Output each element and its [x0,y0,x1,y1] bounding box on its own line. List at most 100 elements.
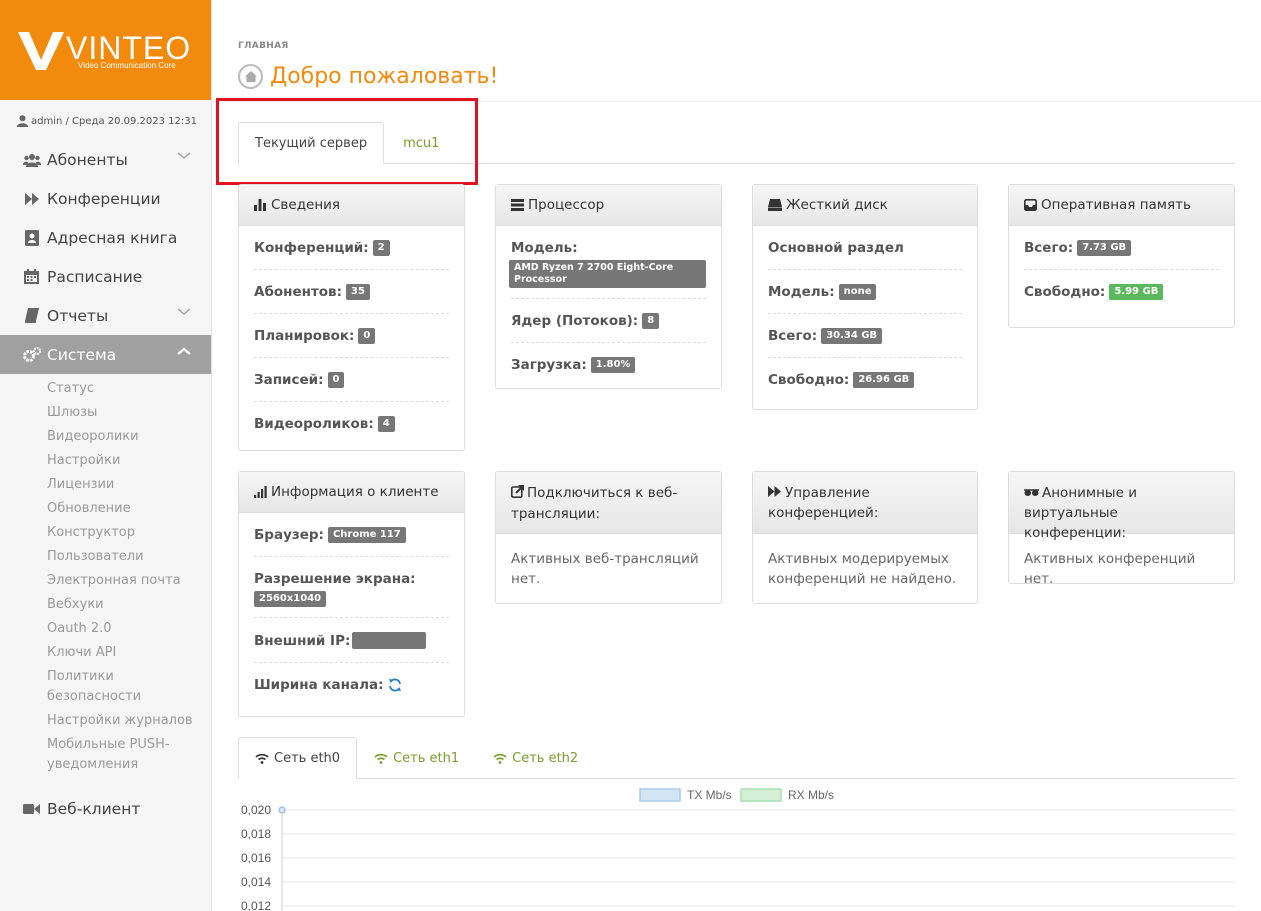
panel-cpu: Процессор Модель: AMD Ryzen 7 2700 Eight… [495,184,722,389]
wifi-icon [374,753,388,764]
sidebar-item-label: Система [47,345,117,364]
client-row-ip: Внешний IP: [254,618,449,663]
count-badge: 2 [372,240,390,256]
panel-manage-conference: Управление конференцией: Активных модери… [752,471,978,604]
panel-title: Жесткий диск [786,197,888,213]
page-title: Добро пожаловать! [270,64,499,89]
inbox-icon [1024,199,1037,211]
subnav-licenses[interactable]: Лицензии [0,475,211,495]
panel-web-broadcast: Подключиться к веб-трансляции: Активных … [495,471,722,604]
fast-forward-icon [768,483,781,503]
server-icon [511,199,524,211]
client-row-bandwidth: Ширина канала: [254,663,449,706]
brand-tagline: Video Communication Core [78,61,176,70]
tab-eth2[interactable]: Сеть eth2 [476,737,595,779]
home-icon [238,64,263,89]
panel-header: Оперативная память [1009,185,1234,226]
browser-badge: Chrome 117 [327,527,406,543]
sidebar-item-label: Абоненты [47,150,128,169]
panel-title: Подключиться к веб-трансляции: [511,484,678,522]
subnav-videos[interactable]: Видеоролики [0,427,211,447]
subnav-settings[interactable]: Настройки [0,451,211,471]
disk-free-badge: 26.96 GB [853,372,915,388]
count-badge: 4 [377,416,395,432]
chevron-up-icon [177,347,191,355]
sidebar: VINTEO Video Communication Core admin / … [0,0,212,911]
subnav-status[interactable]: Статус [0,379,211,399]
legend-label: RX Mb/s [788,788,834,802]
subnav-webhooks[interactable]: Вебхуки [0,595,211,615]
subnav-security-policies[interactable]: Политики безопасности [0,667,211,707]
subnav-users[interactable]: Пользователи [0,547,211,567]
hard-drive-icon [768,199,782,211]
sidebar-item-address-book[interactable]: Адресная книга [0,218,211,257]
sidebar-item-reports[interactable]: Отчеты [0,296,211,335]
tx-data-point [278,806,286,814]
panel-header: Управление конференцией: [753,472,977,534]
client-row-resolution: Разрешение экрана: 2560x1040 [254,557,449,618]
info-row-records: Записей: 0 [254,358,449,402]
y-tick-label: 0,018 [241,827,271,841]
cpu-model-badge: AMD Ryzen 7 2700 Eight-Core Processor [509,260,706,288]
sidebar-item-label: Конференции [47,189,161,208]
info-row-layouts: Планировок: 0 [254,314,449,358]
subnav-gateways[interactable]: Шлюзы [0,403,211,423]
cpu-row-model: Модель: AMD Ryzen 7 2700 Eight-Core Proc… [509,226,706,299]
sidebar-item-label: Отчеты [47,306,109,325]
user-icon [16,115,28,127]
sidebar-item-label: Веб-клиент [47,799,141,818]
sidebar-item-system[interactable]: Система [0,335,211,374]
subnav-email[interactable]: Электронная почта [0,571,211,591]
load-badge: 1.80% [590,357,636,373]
subnav-constructor[interactable]: Конструктор [0,523,211,543]
calendar-icon [22,267,41,286]
sidebar-item-label: Расписание [47,267,143,286]
system-submenu: Статус Шлюзы Видеоролики Настройки Лицен… [0,374,211,785]
brand-logo[interactable]: VINTEO Video Communication Core [0,0,211,100]
tab-eth1[interactable]: Сеть eth1 [357,737,476,779]
info-row-subscribers: Абонентов: 35 [254,270,449,314]
disk-row-free: Свободно: 26.96 GB [768,358,962,401]
address-book-icon [22,228,41,247]
panel-title: Управление конференцией: [768,483,879,521]
panel-client: Информация о клиенте Браузер: Chrome 117 … [238,471,465,717]
panel-title: Сведения [271,197,341,213]
disk-row-section: Основной раздел [768,226,962,270]
network-chart: TX Mb/s RX Mb/s 0,020 0,018 0,016 0,014 0,012 [241,788,1235,911]
cogs-icon [22,345,41,364]
ram-row-total: Всего: 7.73 GB [1024,226,1219,270]
info-row-videos: Видеороликов: 4 [254,402,449,445]
page-header: Добро пожаловать! [238,64,498,89]
users-icon [22,150,41,169]
breadcrumb[interactable]: ГЛАВНАЯ [238,41,289,51]
disk-row-model: Модель: none [768,270,962,314]
subnav-update[interactable]: Обновление [0,499,211,519]
subnav-api-keys[interactable]: Ключи API [0,643,211,663]
tab-eth0[interactable]: Сеть eth0 [238,737,358,779]
panel-ram: Оперативная память Всего: 7.73 GB Свободн… [1008,184,1235,328]
panel-title: Процессор [528,197,605,213]
panel-header: Сведения [239,185,464,226]
count-badge: 35 [346,284,370,300]
sidebar-item-label: Адресная книга [47,228,178,247]
book-icon [22,306,41,325]
panel-title: Оперативная память [1041,197,1191,213]
signal-icon [254,486,267,498]
y-tick-label: 0,016 [241,851,271,865]
subnav-log-settings[interactable]: Настройки журналов [0,711,211,731]
panel-anonymous-conferences: Анонимные и виртуальные конференции: Акт… [1008,471,1235,587]
share-icon [511,484,524,504]
client-row-browser: Браузер: Chrome 117 [254,513,449,557]
wifi-icon [493,753,507,764]
sidebar-item-schedule[interactable]: Расписание [0,257,211,296]
subnav-oauth[interactable]: Oauth 2.0 [0,619,211,639]
sidebar-item-conferences[interactable]: Конференции [0,179,211,218]
sidebar-item-web-client[interactable]: Веб-клиент [0,789,211,828]
subnav-push-notifications[interactable]: Мобильные PUSH-уведомления [0,735,211,775]
y-tick-label: 0,012 [241,899,271,911]
ip-badge-redacted [352,632,427,649]
sidebar-item-subscribers[interactable]: Абоненты [0,140,211,179]
refresh-icon[interactable] [388,678,402,692]
panel-title: Анонимные и виртуальные конференции: [1024,485,1137,541]
wifi-icon [255,753,269,764]
